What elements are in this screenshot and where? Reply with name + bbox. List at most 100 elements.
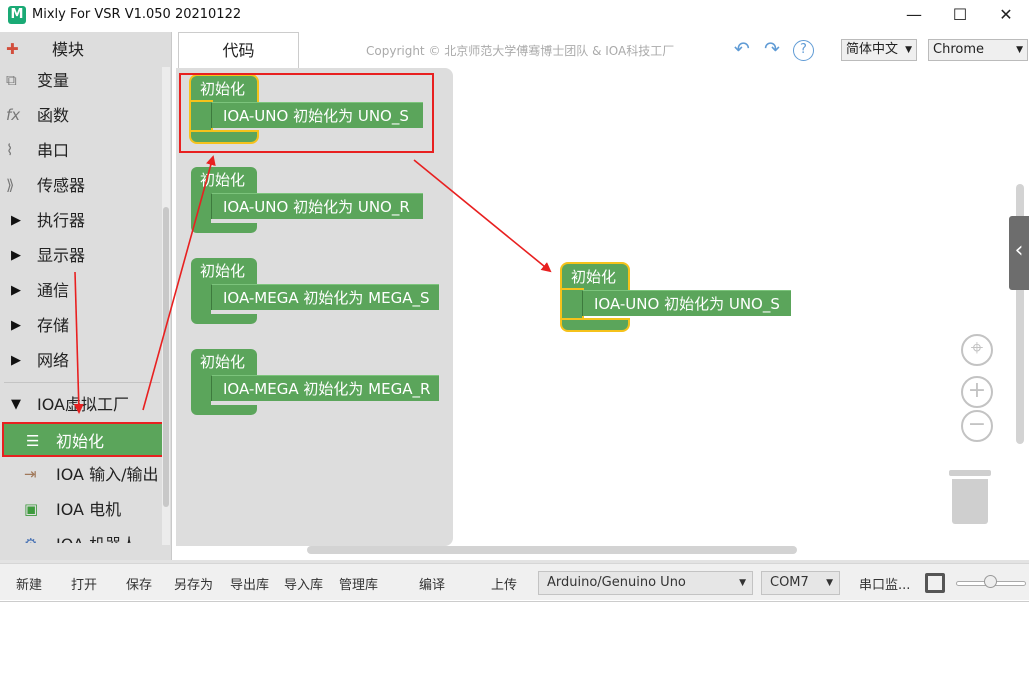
- category-label: 显示器: [37, 246, 86, 265]
- category-display[interactable]: ▶ 显示器: [0, 238, 160, 273]
- trash-bin: [952, 479, 988, 524]
- tab-code[interactable]: 代码: [178, 32, 299, 68]
- category-functions[interactable]: fx 函数: [0, 98, 160, 133]
- close-button[interactable]: ✕: [983, 0, 1029, 32]
- zoom-in-icon[interactable]: +: [961, 376, 993, 408]
- expand-triangle-icon: ▶: [11, 283, 21, 298]
- expand-triangle-icon: ▶: [11, 213, 21, 228]
- category-ioa-motor[interactable]: ▣ IOA 电机: [0, 492, 160, 527]
- open-button[interactable]: 打开: [71, 574, 97, 593]
- block-hat-label: 初始化: [562, 264, 628, 290]
- category-label: IOA 机器人: [56, 527, 137, 543]
- category-label: 串口: [37, 141, 70, 160]
- block-hat-label: 初始化: [191, 349, 257, 375]
- window-title: Mixly For VSR V1.050 20210122: [32, 7, 242, 22]
- language-select[interactable]: 简体中文 ▼: [841, 39, 917, 61]
- category-storage[interactable]: ▶ 存储: [0, 308, 160, 343]
- block-hat-label: 初始化: [191, 167, 257, 193]
- category-ioa-io[interactable]: ⇥ IOA 输入/输出: [0, 457, 160, 492]
- compile-button[interactable]: 编译: [419, 574, 445, 593]
- save-as-button[interactable]: 另存为: [174, 574, 213, 593]
- chevron-down-icon: ▼: [1016, 45, 1023, 55]
- trash-icon[interactable]: [949, 470, 991, 524]
- sidebar-vertical-scrollbar[interactable]: [162, 67, 170, 545]
- block-foot: [562, 320, 628, 330]
- workspace-horizontal-scrollbar[interactable]: [307, 546, 797, 554]
- serial-monitor-button[interactable]: 串口监...: [859, 574, 910, 593]
- block-hat-label: 初始化: [191, 258, 257, 284]
- category-label: 通信: [37, 281, 70, 300]
- block-body: [191, 193, 211, 223]
- block-foot: [191, 314, 257, 324]
- new-button[interactable]: 新建: [16, 574, 42, 593]
- category-variables[interactable]: ⧉ 变量: [0, 63, 160, 98]
- board-select[interactable]: Arduino/Genuino Uno ▼: [538, 571, 753, 595]
- robot-icon: ⚙: [24, 527, 37, 543]
- category-label: 存储: [37, 316, 70, 335]
- export-library-button[interactable]: 导出库: [230, 574, 269, 593]
- block-statement: IOA-UNO 初始化为 UNO_S: [582, 290, 791, 316]
- serial-icon: ⌇: [6, 141, 14, 159]
- chip-icon[interactable]: [925, 573, 945, 593]
- import-library-button[interactable]: 导入库: [284, 574, 323, 593]
- bottom-toolbar: 新建 打开 保存 另存为 导出库 导入库 管理库 编译 上传 Arduino/G…: [0, 563, 1029, 600]
- category-serial[interactable]: ⌇ 串口: [0, 133, 160, 168]
- category-modules[interactable]: ✚ 模块: [0, 32, 160, 67]
- zoom-out-icon[interactable]: −: [961, 410, 993, 442]
- category-actuators[interactable]: ▶ 执行器: [0, 203, 160, 238]
- category-ioa-robot[interactable]: ⚙ IOA 机器人: [0, 527, 160, 543]
- category-divider: [4, 382, 160, 383]
- category-network[interactable]: ▶ 网络: [0, 343, 160, 378]
- category-sidebar: ✚ 模块 ⧉ 变量 fx 函数 ⌇ 串口 ⟫ 传感器 ▶ 执行器 ▶ 显示器 ▶…: [0, 32, 172, 590]
- top-toolbar: 代码 Copyright © 北京师范大学傅骞博士团队 & IOA科技工厂 ↶ …: [172, 32, 1029, 68]
- maximize-button[interactable]: ☐: [937, 0, 983, 32]
- language-value: 简体中文: [846, 42, 899, 57]
- chevron-down-icon: ▼: [905, 45, 912, 55]
- category-label: 网络: [37, 351, 70, 370]
- expand-triangle-icon: ▶: [11, 318, 21, 333]
- redo-icon[interactable]: ↷: [764, 38, 780, 60]
- save-button[interactable]: 保存: [126, 574, 152, 593]
- minimize-button[interactable]: —: [891, 0, 937, 32]
- block-statement: IOA-MEGA 初始化为 MEGA_R: [211, 375, 439, 401]
- scrollbar-thumb[interactable]: [163, 207, 169, 507]
- category-ioa-init[interactable]: ☰ 初始化: [2, 422, 167, 457]
- category-ioa-factory[interactable]: ▼ IOA虚拟工厂: [0, 387, 160, 422]
- block-body: [191, 375, 211, 405]
- trash-lid: [949, 470, 991, 476]
- list-icon: ☰: [26, 432, 40, 450]
- category-communication[interactable]: ▶ 通信: [0, 273, 160, 308]
- collapse-triangle-icon: ▼: [11, 397, 21, 412]
- category-sensors[interactable]: ⟫ 传感器: [0, 168, 160, 203]
- help-icon[interactable]: ?: [793, 40, 814, 61]
- variable-icon: ⧉: [6, 71, 17, 89]
- slider-handle[interactable]: [984, 575, 997, 588]
- chevron-down-icon: ▼: [739, 578, 746, 588]
- block-foot: [191, 405, 257, 415]
- manage-library-button[interactable]: 管理库: [339, 574, 378, 593]
- block-body: [562, 290, 582, 320]
- category-label: IOA 电机: [56, 500, 122, 519]
- browser-value: Chrome: [933, 42, 984, 57]
- upload-button[interactable]: 上传: [491, 574, 517, 593]
- puzzle-icon: ✚: [6, 40, 19, 58]
- output-console[interactable]: [0, 601, 1029, 681]
- category-label: 模块: [52, 40, 85, 59]
- category-label: 传感器: [37, 176, 86, 195]
- sensor-icon: ⟫: [6, 176, 15, 194]
- recenter-icon[interactable]: ⌖: [961, 334, 993, 366]
- block-body: [191, 284, 211, 314]
- block-statement: IOA-UNO 初始化为 UNO_R: [211, 193, 423, 219]
- expand-triangle-icon: ▶: [11, 353, 21, 368]
- block-statement: IOA-MEGA 初始化为 MEGA_S: [211, 284, 439, 310]
- category-label: 执行器: [37, 211, 86, 230]
- undo-icon[interactable]: ↶: [734, 38, 750, 60]
- port-select[interactable]: COM7 ▼: [761, 571, 840, 595]
- side-panel-toggle[interactable]: ‹: [1009, 216, 1029, 290]
- category-label: IOA 输入/输出: [56, 465, 159, 484]
- function-icon: fx: [6, 106, 21, 124]
- copyright-text: Copyright © 北京师范大学傅骞博士团队 & IOA科技工厂: [366, 44, 675, 58]
- browser-select[interactable]: Chrome ▼: [928, 39, 1028, 61]
- motor-icon: ▣: [24, 500, 39, 518]
- board-value: Arduino/Genuino Uno: [547, 575, 686, 590]
